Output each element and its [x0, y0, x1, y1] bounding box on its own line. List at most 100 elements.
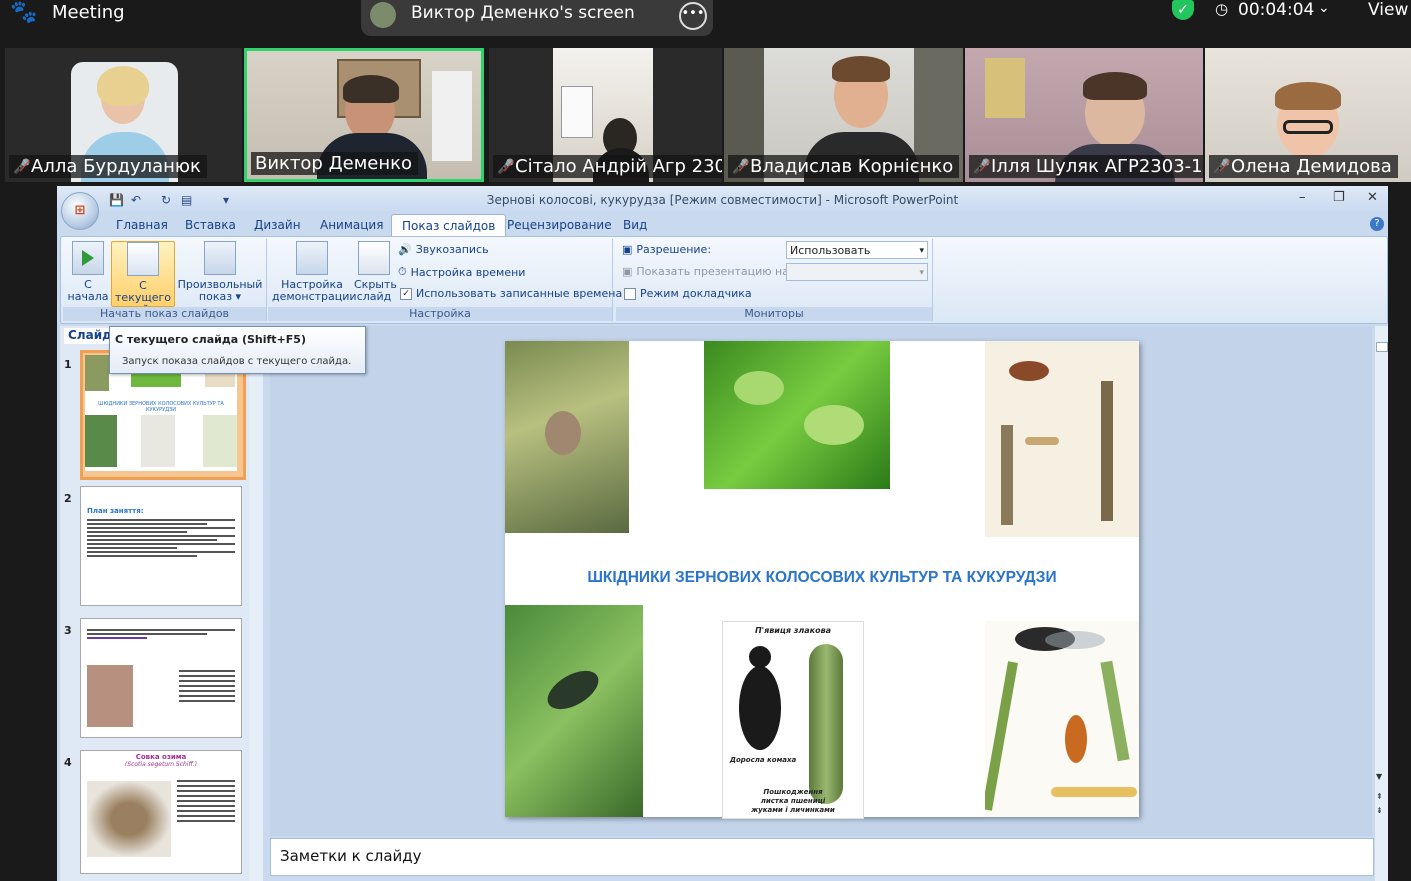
slide-thumb-4[interactable]: Совка озима (Scotia segetum Schiff.) [80, 750, 242, 874]
from-current-icon [127, 242, 159, 276]
security-shield-icon[interactable]: ✓ [1172, 0, 1194, 20]
mic-muted-icon: 🎤̸ [732, 158, 750, 175]
resolution-dropdown[interactable]: Использовать текуще...▾ [786, 241, 928, 275]
rehearse-timings-button[interactable]: ⏱ Настройка времени [398, 265, 525, 279]
timer-icon: ⏱ [398, 265, 407, 278]
setup-show-label: Настройка демонстрации [272, 278, 357, 303]
slide-title: ШКІДНИКИ ЗЕРНОВИХ КОЛОСОВИХ КУЛЬТУР ТА К… [587, 569, 1057, 586]
hide-slide-icon [358, 241, 390, 275]
slide-vertical-scrollbar[interactable]: ▼ ⇞ ⇟ [1375, 326, 1388, 881]
beetle-damage-label-2: листка пшениці [760, 797, 826, 805]
resolution-label: ▣ Разрешение: [622, 243, 712, 256]
thumb-caption: ШКІДНИКИ ЗЕРНОВИХ КОЛОСОВИХ КУЛЬТУР ТА К… [98, 401, 224, 413]
slide-image-beetle: П'явиця злакова Доросла комаха Пошкоджен… [722, 621, 864, 819]
beetle-damage-label-1: Пошкодження [763, 788, 823, 796]
slide-thumb-3[interactable] [80, 618, 242, 738]
tab-slideshow[interactable]: Показ слайдов [391, 214, 507, 237]
qat-customize-icon[interactable]: ▾ [223, 193, 229, 207]
show-on-label: ▣ Показать презентацию на: [622, 265, 793, 278]
ppt-title-bar: Зернові колосові, кукурудза [Режим совме… [57, 186, 1388, 214]
scroll-down-icon[interactable]: ▼ [1376, 772, 1382, 781]
slide-image-sawfly [985, 341, 1139, 537]
thumb-number: 3 [64, 624, 72, 637]
thumb-number: 1 [64, 358, 72, 371]
minimize-icon[interactable]: – [1299, 190, 1306, 205]
group-label: Мониторы [616, 307, 932, 321]
tab-review[interactable]: Рецензирование [497, 214, 622, 236]
show-on-dropdown[interactable]: ▾ [786, 263, 928, 281]
tab-animation[interactable]: Анимация [310, 214, 393, 236]
ribbon-tabs: Главная Вставка Дизайн Анимация Показ сл… [57, 214, 1388, 237]
meeting-paw-icon: 🐾 [10, 0, 38, 25]
participant-name: Виктор Деменко [251, 152, 419, 175]
chevron-down-icon: ▾ [919, 246, 924, 256]
participant-name: 🎤̸ Сітало Андрій Агр 230... [493, 155, 722, 178]
record-narration-button[interactable]: 🔊 Звукозапись [398, 243, 489, 256]
custom-show-label: Произвольный показ ▾ [177, 278, 263, 303]
tab-view[interactable]: Вид [613, 214, 657, 236]
participant-name: 🎤̸ Олена Демидова [1209, 155, 1398, 178]
from-start-label: Сначала [67, 278, 109, 303]
participant-tile[interactable]: 🎤̸ Ілля Шуляк АГР2303-1 [965, 48, 1203, 182]
slide-image-aphids [704, 341, 890, 489]
powerpoint-window: Зернові колосові, кукурудза [Режим совме… [57, 186, 1388, 881]
use-timings-checkbox[interactable]: ✓ Использовать записанные времена [400, 287, 622, 300]
tab-home[interactable]: Главная [106, 214, 178, 236]
meeting-label: Meeting [52, 2, 125, 23]
maximize-icon[interactable]: ❐ [1333, 190, 1345, 205]
group-setup: Настройка демонстрации Скрыть слайд 🔊 Звуко… [268, 239, 622, 321]
next-slide-icon[interactable]: ⇟ [1376, 806, 1383, 815]
presenter-view-checkbox[interactable]: Режим докладчика [624, 287, 752, 300]
help-icon[interactable]: ? [1370, 217, 1384, 231]
chevron-down-icon[interactable]: ⌄ [1318, 0, 1330, 16]
ellipsis-icon[interactable]: ••• [679, 2, 707, 30]
close-icon[interactable]: ✕ [1367, 190, 1378, 205]
group-monitors: ▣Разрешение: Использовать текуще...▾ ▣По… [616, 239, 933, 321]
participant-tile[interactable]: 🎤̸ Алла Бурдуланюк [5, 48, 242, 182]
beetle-damage-label-3: жуками і личинками [751, 806, 835, 814]
hide-slide-button[interactable]: Скрыть слайд [354, 241, 397, 303]
meeting-timer: 00:04:04 [1238, 0, 1315, 20]
participant-tile[interactable]: 🎤̸ Владислав Корнієнко [724, 48, 963, 182]
notes-pane[interactable]: Заметки к слайду [270, 838, 1374, 876]
save-icon[interactable]: 💾 [109, 193, 124, 207]
tab-insert[interactable]: Вставка [175, 214, 246, 236]
prev-slide-icon[interactable]: ⇞ [1376, 792, 1383, 801]
current-slide[interactable]: ШКІДНИКИ ЗЕРНОВИХ КОЛОСОВИХ КУЛЬТУР ТА К… [505, 341, 1139, 819]
thumb-number: 2 [64, 492, 72, 505]
group-start-slideshow: Сначала С текущегослайда Произвольныйпок… [63, 239, 267, 321]
slideshow-qat-icon[interactable]: ▤ [181, 193, 192, 207]
participant-tile[interactable]: 🎤̸ Олена Демидова [1205, 48, 1411, 182]
view-button[interactable]: View [1368, 0, 1408, 20]
checkbox-checked-icon: ✓ [400, 287, 412, 300]
custom-show-button[interactable]: Произвольный показ ▾ [177, 241, 263, 303]
chevron-down-icon: ▾ [919, 268, 924, 278]
redo-icon[interactable]: ↻ [161, 193, 171, 207]
setup-show-button[interactable]: Настройка демонстрации [272, 241, 357, 303]
ppt-window-title: Зернові колосові, кукурудза [Режим совме… [486, 193, 959, 207]
presenter-avatar-icon [370, 2, 396, 28]
slides-pane: Слайды 1 ШКІДНИКИ ЗЕРНОВИХ КОЛОСОВИХ КУЛ… [60, 326, 260, 881]
ribbon-tooltip: С текущего слайда (Shift+F5) Запуск пока… [109, 326, 366, 374]
slide-image-ear [505, 341, 629, 533]
tab-design[interactable]: Дизайн [244, 214, 311, 236]
thumb-heading: Совка озима [135, 753, 187, 761]
undo-icon[interactable]: ↶ [131, 193, 141, 207]
notes-placeholder: Заметки к слайду [280, 847, 422, 865]
from-current-button[interactable]: С текущегослайда [111, 241, 175, 316]
from-start-button[interactable]: Сначала [67, 241, 109, 303]
slides-pane-scrollbar[interactable] [249, 326, 263, 881]
tooltip-title: С текущего слайда (Shift+F5) [115, 333, 306, 346]
speaker-icon: 🔊 [398, 243, 412, 256]
thumb-heading: План заняття: [87, 507, 144, 515]
participant-tile[interactable]: 🎤̸ Сітало Андрій Агр 230... [489, 48, 722, 182]
checkbox-empty-icon [624, 287, 636, 300]
screen-share-pill[interactable]: Виктор Деменко's screen ••• [361, 0, 713, 36]
slide-thumb-2[interactable]: План заняття: [80, 486, 242, 606]
custom-show-icon [204, 241, 236, 275]
monitor-icon: ▣ [622, 243, 633, 256]
beetle-top-label: П'явиця злакова [754, 626, 832, 635]
setup-show-icon [296, 241, 328, 275]
participant-tile-active[interactable]: Виктор Деменко [244, 48, 484, 182]
group-label: Начать показ слайдов [63, 307, 266, 321]
